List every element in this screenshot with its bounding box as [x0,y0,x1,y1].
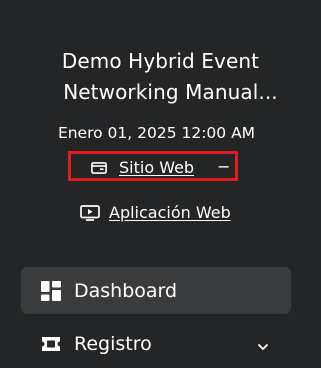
event-title-line-2: Networking Manual... [63,80,278,104]
sidebar-item-label: Registro [74,333,152,355]
website-link-highlight[interactable]: Sitio Web − [68,151,238,181]
event-sidebar-panel: Demo Hybrid Event Networking Manual... E… [0,0,321,368]
web-app-link[interactable]: Aplicación Web [109,203,231,223]
collapse-minus-icon[interactable]: − [217,158,230,176]
event-date: Enero 01, 2025 12:00 AM [57,124,256,142]
website-link[interactable]: Sitio Web [119,158,194,177]
event-title-line-1: Demo Hybrid Event [61,49,260,73]
browser-window-icon [91,162,107,174]
event-title: Demo Hybrid Event Networking Manual... [0,46,321,108]
ticket-icon [42,337,60,351]
play-screen-icon [80,205,100,221]
sidebar-item-dashboard[interactable]: Dashboard [21,267,291,314]
chevron-down-icon[interactable] [257,343,269,351]
dashboard-icon [41,281,61,301]
sidebar-item-registro[interactable]: Registro [21,321,291,368]
sidebar-item-label: Dashboard [74,280,178,302]
